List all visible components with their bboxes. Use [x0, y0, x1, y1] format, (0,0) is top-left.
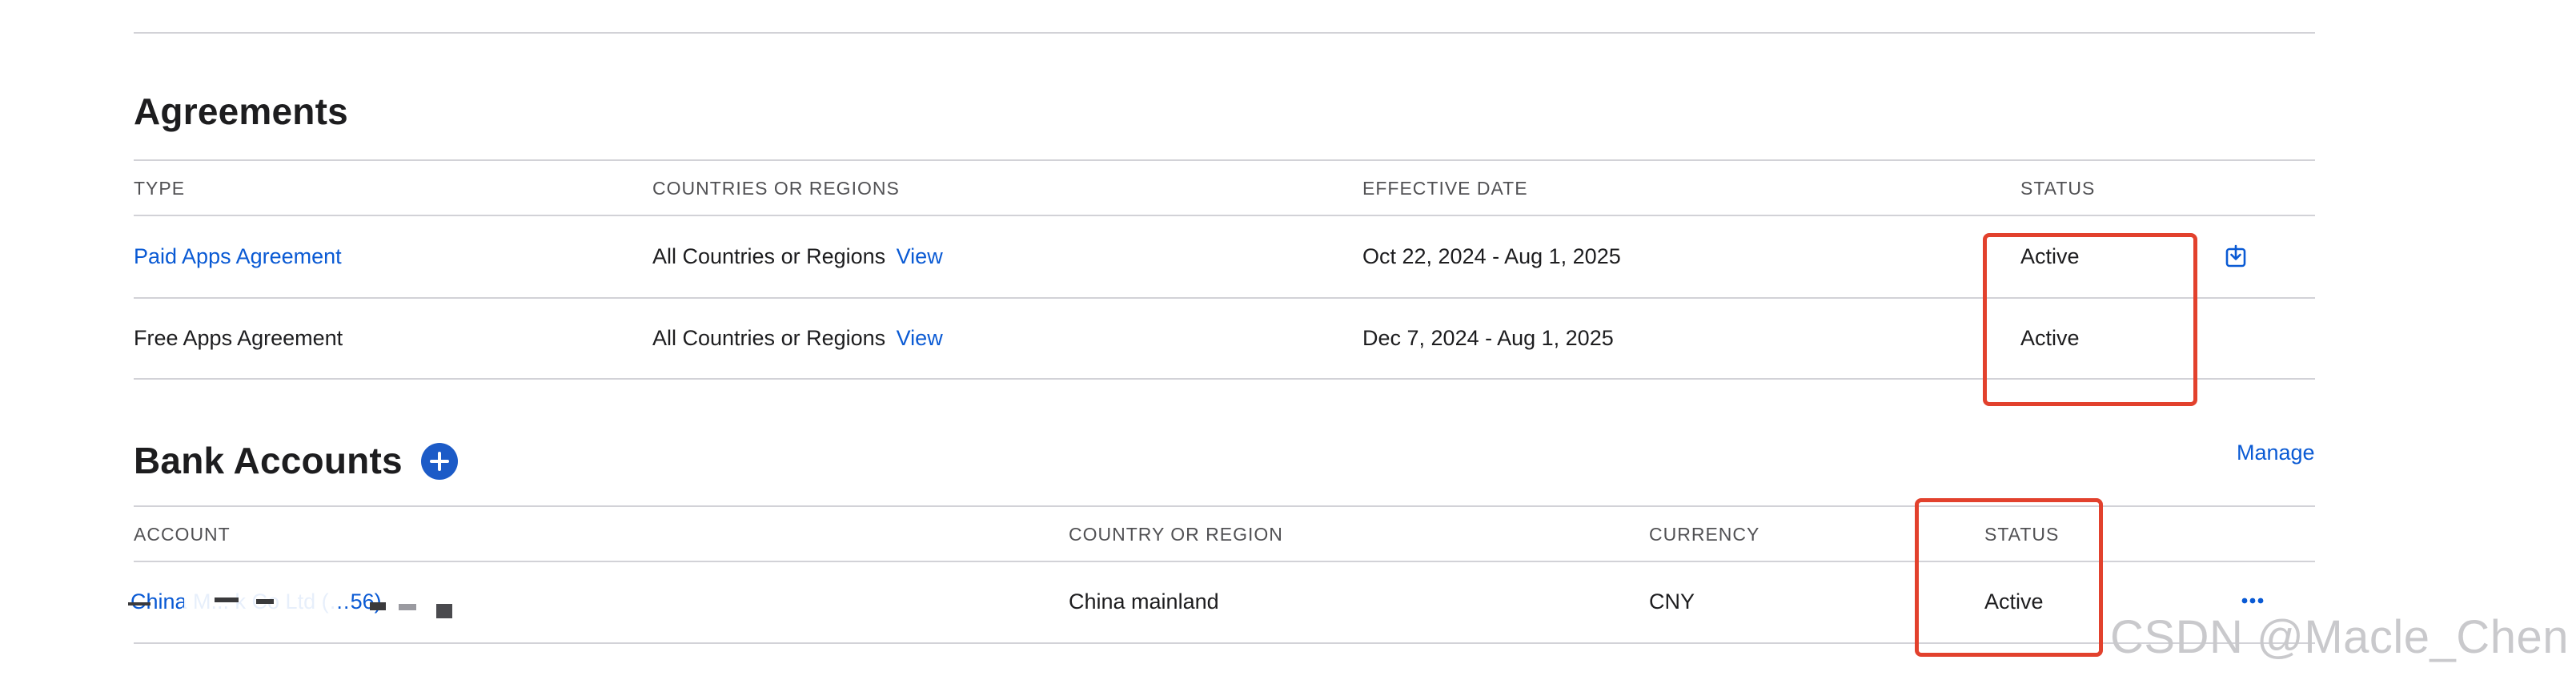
download-icon[interactable] [2225, 244, 2247, 268]
plus-circle-icon[interactable] [421, 443, 458, 480]
countries-cell: All Countries or Regions View [652, 244, 943, 269]
free-apps-agreement: Free Apps Agreement [134, 326, 343, 350]
top-divider [134, 32, 2315, 34]
more-icon[interactable] [2241, 594, 2264, 604]
column-header-account: ACCOUNT [134, 524, 231, 545]
column-header-currency: CURRENCY [1649, 524, 1760, 545]
redaction-mark [370, 602, 386, 610]
bank-accounts-title: Bank Accounts [134, 440, 403, 481]
currency-cell: CNY [1649, 589, 1695, 614]
country-cell: China mainland [1069, 589, 1219, 614]
agreements-columns-divider [134, 215, 2315, 216]
countries-text: All Countries or Regions [652, 326, 886, 350]
bank-status-highlight [1915, 498, 2103, 657]
countries-cell: All Countries or Regions View [652, 326, 943, 351]
view-countries-link[interactable]: View [897, 326, 943, 350]
redaction-mark [399, 604, 416, 610]
countries-text: All Countries or Regions [652, 244, 886, 268]
column-header-country: COUNTRY OR REGION [1069, 524, 1283, 545]
manage-link[interactable]: Manage [2237, 441, 2315, 465]
column-header-countries: COUNTRIES OR REGIONS [652, 178, 900, 199]
effective-date-cell: Oct 22, 2024 - Aug 1, 2025 [1362, 244, 1621, 268]
watermark: CSDN @Macle_Chen [2110, 611, 2569, 663]
redaction-mark [128, 602, 150, 606]
column-header-type: TYPE [134, 178, 186, 199]
agreement-status-highlight [1983, 233, 2197, 406]
effective-date-cell: Dec 7, 2024 - Aug 1, 2025 [1362, 326, 1614, 350]
agreements-title: Agreements [134, 91, 348, 132]
paid-apps-agreement-link[interactable]: Paid Apps Agreement [134, 244, 342, 269]
column-header-effective-date: EFFECTIVE DATE [1362, 178, 1528, 199]
agreements-header-divider [134, 159, 2315, 161]
agreements-page: Agreements TYPE COUNTRIES OR REGIONS EFF… [0, 0, 2576, 684]
column-header-status: STATUS [2020, 178, 2096, 199]
redaction-mark [215, 597, 239, 602]
view-countries-link[interactable]: View [897, 244, 943, 268]
redaction-mark [256, 599, 274, 604]
redaction-mark [436, 604, 452, 618]
